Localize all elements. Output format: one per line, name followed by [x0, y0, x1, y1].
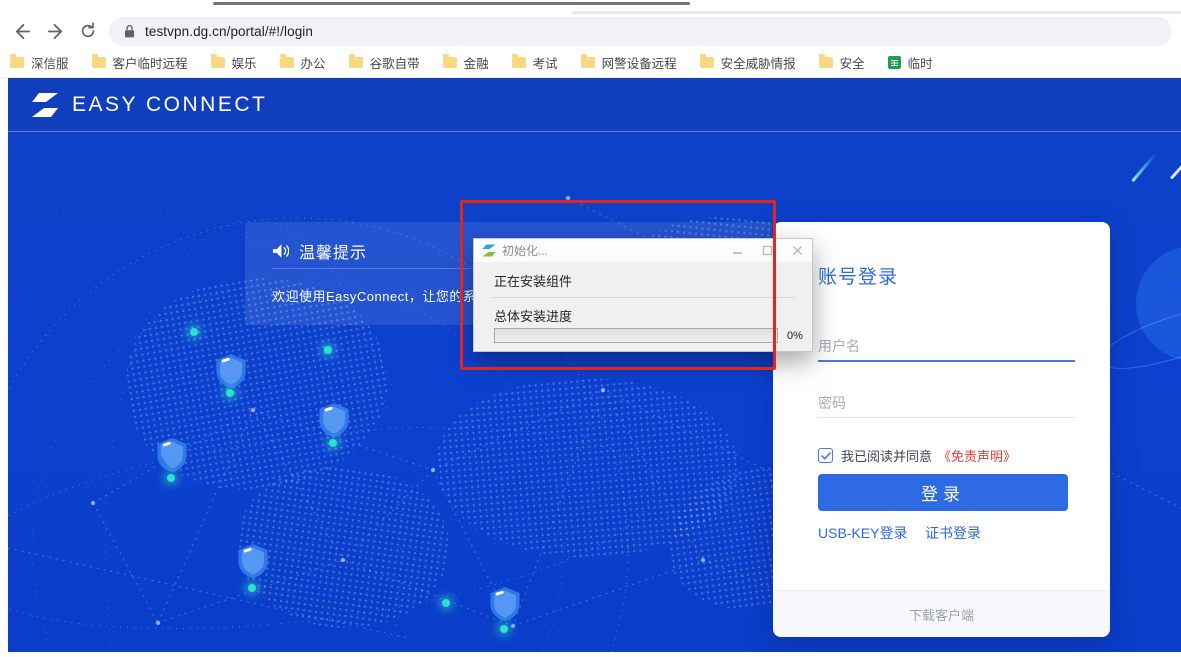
bookmark-folder[interactable]: 办公	[280, 53, 326, 72]
glow-dot	[226, 389, 234, 397]
folder-icon	[581, 57, 595, 68]
agree-label: 我已阅读并同意	[841, 446, 932, 465]
progress-percent: 0%	[787, 330, 803, 342]
tip-title: 温馨提示	[299, 239, 367, 263]
folder-icon	[10, 57, 24, 68]
lock-icon[interactable]	[122, 23, 137, 40]
bookmark-folder[interactable]: 网警设备远程	[581, 53, 677, 72]
folder-icon	[92, 57, 106, 68]
reload-button[interactable]	[78, 21, 98, 41]
glow-dot	[500, 625, 508, 633]
bookmark-folder[interactable]: 安全	[819, 53, 865, 72]
cert-login-link[interactable]: 证书登录	[925, 523, 981, 543]
dialog-title: 初始化...	[502, 242, 548, 259]
folder-icon	[443, 57, 457, 68]
dialog-titlebar[interactable]: 初始化...	[474, 239, 812, 262]
username-field	[818, 320, 1075, 362]
forward-button[interactable]	[45, 21, 65, 41]
login-button[interactable]: 登录	[818, 474, 1068, 511]
password-field	[818, 376, 1075, 418]
glow-dot	[442, 599, 450, 607]
tab-strip	[0, 0, 1181, 14]
glow-dot	[190, 328, 198, 336]
folder-icon	[819, 57, 833, 68]
glow-dot	[248, 584, 256, 592]
password-input[interactable]	[818, 395, 1075, 411]
bookmark-sheet[interactable]: 临时	[888, 53, 933, 72]
progress-bar	[494, 328, 778, 343]
agree-checkbox[interactable]	[818, 448, 833, 463]
bookmark-folder[interactable]: 安全威胁情报	[700, 53, 796, 72]
bookmark-folder[interactable]: 谷歌自带	[349, 53, 420, 72]
glow-dot	[167, 474, 175, 482]
installing-status-text: 正在安装组件	[494, 271, 572, 290]
dialog-divider	[492, 297, 795, 298]
easyconnect-page: EASY CONNECT 温馨提示 欢迎使用EasyConnect，让您的系统接…	[8, 78, 1181, 652]
download-client-link[interactable]: 下载客户端	[909, 605, 974, 624]
agreement-row: 我已阅读并同意 《免责声明》	[818, 446, 1016, 465]
bookmarks-bar: 深信服 客户临时远程 娱乐 办公 谷歌自带 金融 考试 网警设备远程 安全威胁情…	[0, 48, 1181, 78]
bookmark-folder[interactable]: 金融	[443, 53, 489, 72]
bookmark-folder[interactable]: 娱乐	[211, 53, 257, 72]
login-card: 账号登录 我已阅读并同意 《免责声明》 登录 USB-KEY登录 证书登录 下载…	[773, 222, 1110, 637]
folder-icon	[280, 57, 294, 68]
back-button[interactable]	[12, 21, 32, 41]
forward-arrow-icon	[46, 22, 65, 41]
folder-icon	[700, 57, 714, 68]
horn-icon	[272, 243, 289, 259]
initializing-dialog: 初始化... 正在安装组件 总体安装进度 0	[473, 238, 813, 352]
username-input[interactable]	[818, 338, 1075, 354]
reload-icon	[79, 22, 97, 40]
disclaimer-link[interactable]: 《免责声明》	[938, 446, 1016, 465]
bookmark-folder[interactable]: 客户临时远程	[92, 53, 188, 72]
minimize-icon[interactable]	[722, 239, 752, 262]
bookmark-folder[interactable]: 考试	[512, 53, 558, 72]
check-icon	[821, 452, 831, 460]
usbkey-login-link[interactable]: USB-KEY登录	[818, 523, 907, 543]
sheet-icon	[888, 56, 901, 69]
folder-icon	[512, 57, 526, 68]
shield-icon	[490, 587, 520, 626]
back-arrow-icon	[13, 22, 32, 41]
glow-dot	[324, 346, 332, 354]
tab-bottom-edge	[213, 2, 690, 5]
folder-icon	[349, 57, 363, 68]
site-logo-text: EASY CONNECT	[72, 93, 267, 117]
shield-icon	[319, 403, 349, 442]
browser-window: testvpn.dg.cn/portal/#!/login 深信服 客户临时远程…	[0, 0, 1181, 657]
progress-label: 总体安装进度	[494, 306, 572, 325]
url-text[interactable]: testvpn.dg.cn/portal/#!/login	[145, 24, 313, 39]
maximize-icon[interactable]	[752, 239, 782, 262]
glow-dot	[329, 439, 337, 447]
card-footer: 下载客户端	[773, 590, 1110, 637]
site-header: EASY CONNECT	[8, 78, 1181, 132]
shield-icon	[157, 438, 187, 477]
shield-icon	[238, 544, 268, 583]
shield-icon	[216, 354, 246, 393]
login-title: 账号登录	[818, 262, 898, 289]
folder-icon	[211, 57, 225, 68]
easyconnect-logo-icon	[30, 92, 60, 118]
sangfor-logo-icon	[482, 244, 496, 257]
address-bar[interactable]: testvpn.dg.cn/portal/#!/login	[109, 17, 1172, 46]
bookmark-folder[interactable]: 深信服	[10, 53, 69, 72]
browser-toolbar: testvpn.dg.cn/portal/#!/login	[0, 14, 1181, 48]
close-icon[interactable]	[782, 239, 812, 262]
